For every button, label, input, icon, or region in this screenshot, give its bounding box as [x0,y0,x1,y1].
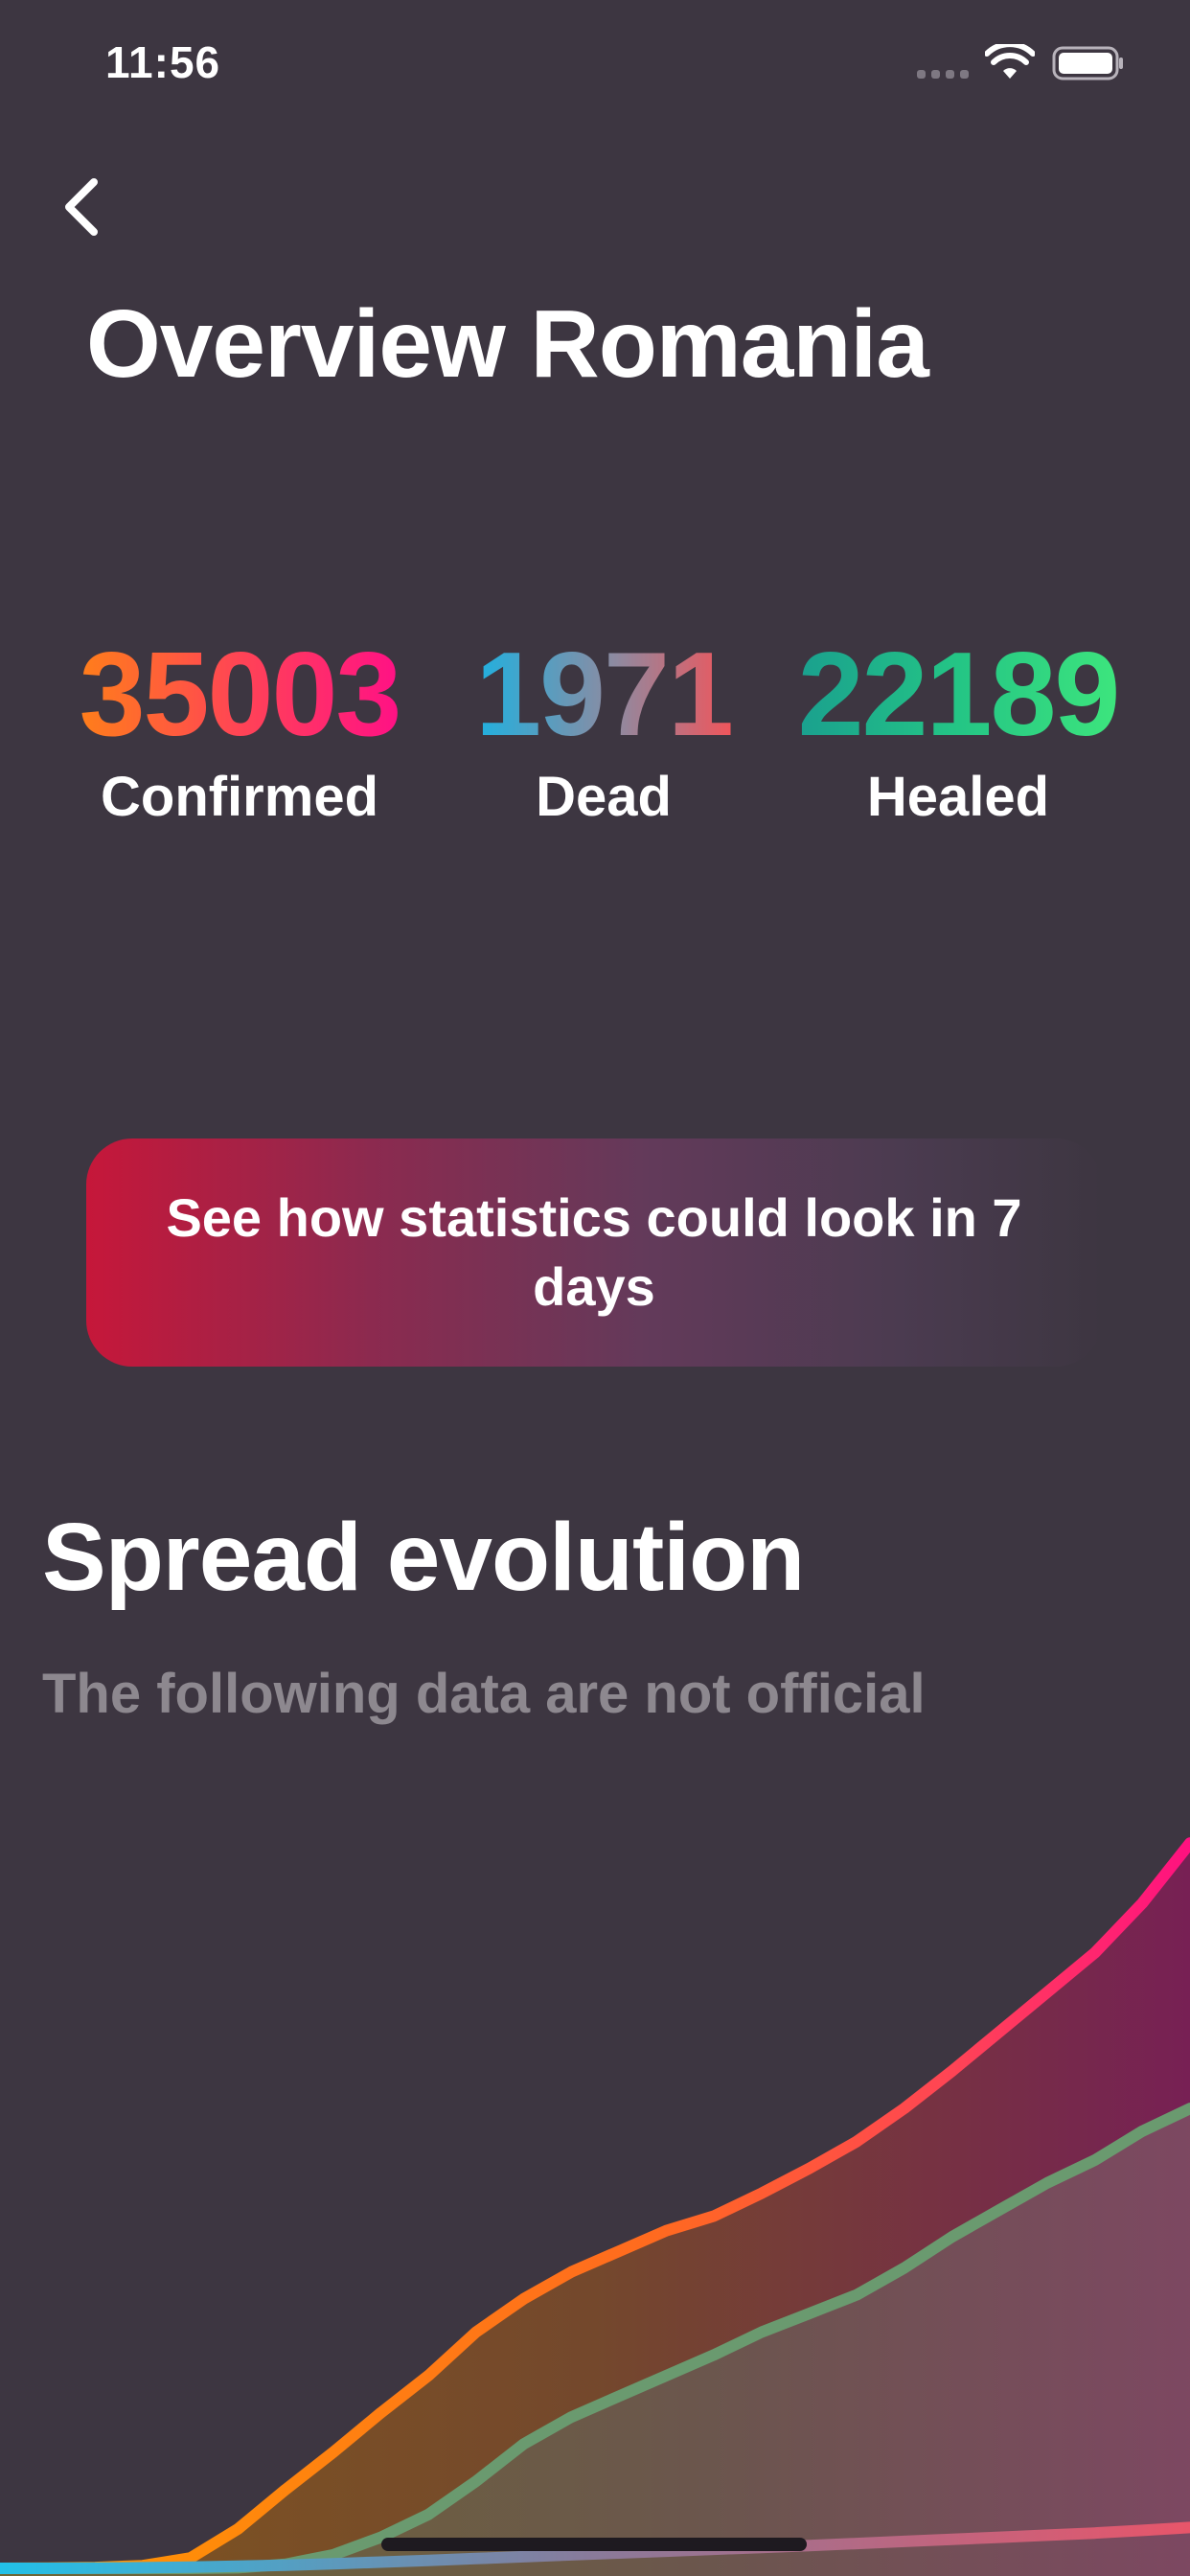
section-subtitle: The following data are not official [42,1663,926,1725]
healed-stat: 22189 Healed [781,632,1135,829]
battery-icon [1052,46,1123,80]
home-indicator [381,2538,807,2551]
confirmed-label: Confirmed [101,766,378,828]
status-time: 11:56 [105,37,221,87]
prediction-button-label: See how statistics could look in 7 days [166,1187,1022,1317]
confirmed-count: 35003 [79,629,402,761]
dead-count: 1971 [475,629,734,761]
dead-stat: 1971 Dead [469,632,738,829]
section-title: Spread evolution [42,1504,805,1611]
chevron-left-icon [65,178,98,236]
healed-label: Healed [866,766,1050,828]
page-title: Overview Romania [86,290,929,398]
seven-day-prediction-button[interactable]: See how statistics could look in 7 days [86,1138,1102,1367]
wifi-icon [985,44,1035,79]
spread-evolution-chart [0,1837,1190,2576]
back-button[interactable] [56,172,109,242]
cellular-signal-icon [917,67,969,79]
confirmed-stat: 35003 Confirmed [48,632,431,829]
overview-screen: 11:56 Overview Romania 35003 Confirmed 1… [0,0,1190,2576]
healed-count: 22189 [797,629,1121,761]
dead-label: Dead [536,766,672,828]
status-bar: 11:56 [0,0,1190,126]
